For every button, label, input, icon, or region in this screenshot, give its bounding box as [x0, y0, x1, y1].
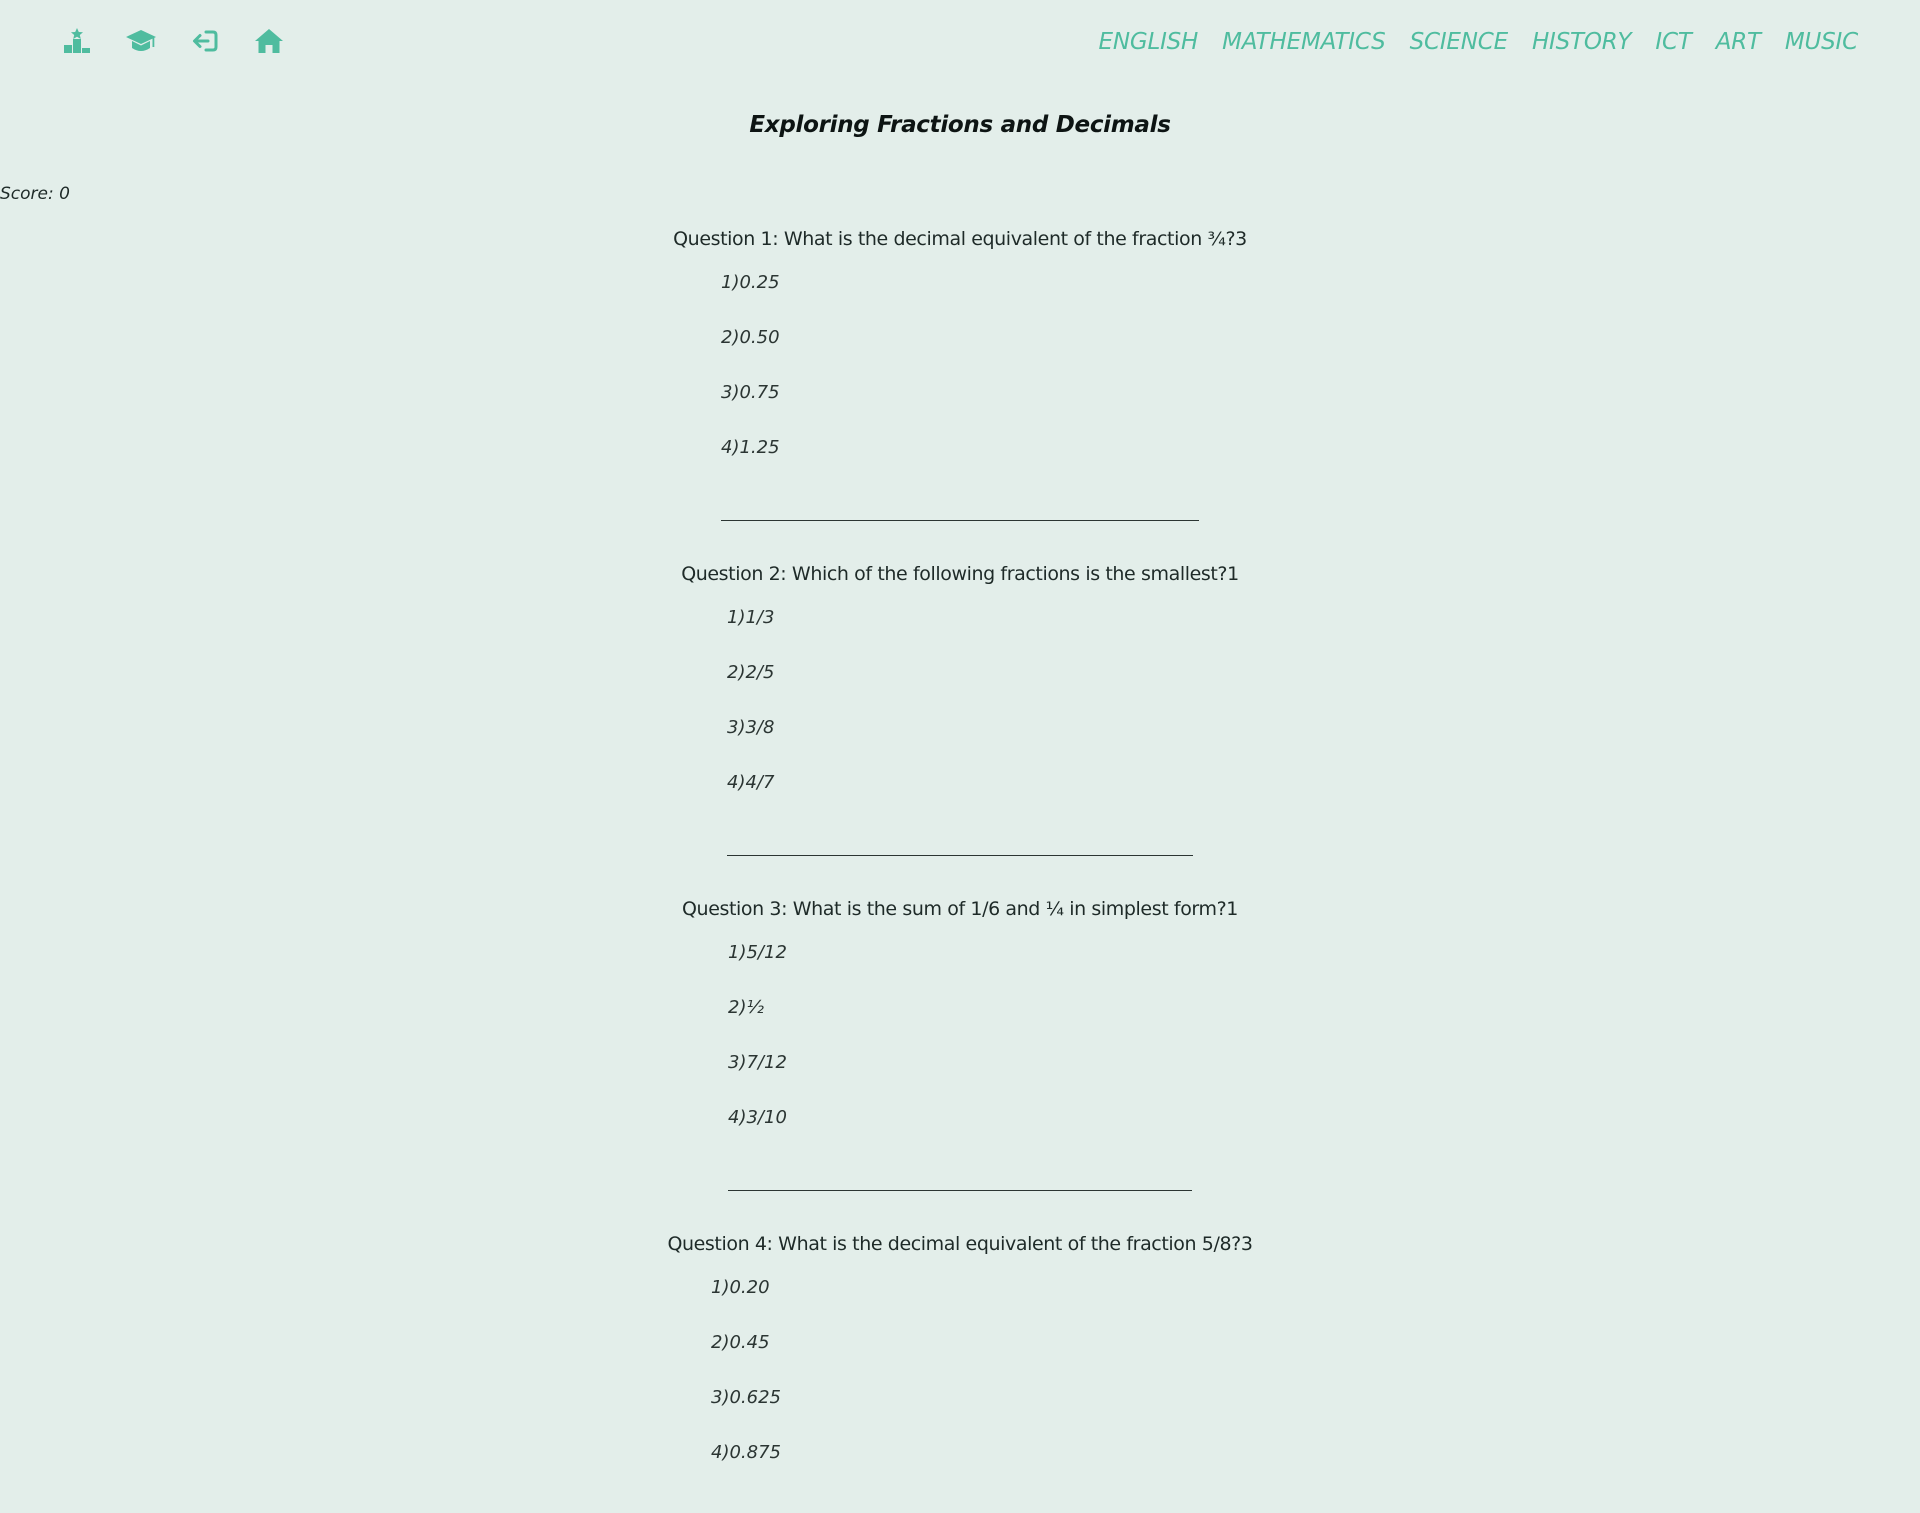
- options-list: 1)5/12 2)½ 3)7/12 4)3/10: [728, 942, 787, 1162]
- icon-toolbar: [60, 24, 316, 58]
- graduation-cap-icon[interactable]: [124, 24, 158, 58]
- option-2[interactable]: 2)½: [728, 997, 787, 1052]
- option-1[interactable]: 1)1/3: [727, 607, 774, 662]
- option-3[interactable]: 3)0.625: [711, 1387, 781, 1442]
- page-title: Exploring Fractions and Decimals: [749, 112, 1171, 138]
- option-3[interactable]: 3)3/8: [727, 717, 774, 772]
- nav-history[interactable]: HISTORY: [1532, 29, 1632, 55]
- subject-nav: ENGLISH MATHEMATICS SCIENCE HISTORY ICT …: [1075, 22, 1859, 62]
- leaderboard-icon[interactable]: [60, 24, 94, 58]
- option-2[interactable]: 2)2/5: [727, 662, 774, 717]
- option-1[interactable]: 1)0.20: [711, 1277, 781, 1332]
- options-list: 1)1/3 2)2/5 3)3/8 4)4/7: [727, 607, 774, 827]
- question-text: Question 3: What is the sum of 1/6 and ¼…: [682, 898, 1238, 920]
- option-3[interactable]: 3)0.75: [721, 382, 780, 437]
- question-text: Question 4: What is the decimal equivale…: [667, 1233, 1253, 1255]
- options-list: 1)0.25 2)0.50 3)0.75 4)1.25: [721, 272, 780, 492]
- question-divider: [728, 1190, 1192, 1191]
- nav-mathematics[interactable]: MATHEMATICS: [1222, 29, 1386, 55]
- score-label: Score: 0: [0, 184, 70, 204]
- logout-icon[interactable]: [188, 24, 222, 58]
- option-4[interactable]: 4)4/7: [727, 772, 774, 827]
- option-3[interactable]: 3)7/12: [728, 1052, 787, 1107]
- option-4[interactable]: 4)1.25: [721, 437, 780, 492]
- option-4[interactable]: 4)0.875: [711, 1442, 781, 1497]
- option-4[interactable]: 4)3/10: [728, 1107, 787, 1162]
- top-bar: ENGLISH MATHEMATICS SCIENCE HISTORY ICT …: [0, 0, 1920, 84]
- option-1[interactable]: 1)0.25: [721, 272, 780, 327]
- home-icon[interactable]: [252, 24, 286, 58]
- nav-english[interactable]: ENGLISH: [1099, 29, 1199, 55]
- option-1[interactable]: 1)5/12: [728, 942, 787, 997]
- question-text: Question 1: What is the decimal equivale…: [673, 228, 1247, 250]
- nav-music[interactable]: MUSIC: [1785, 29, 1858, 55]
- question-divider: [727, 855, 1193, 856]
- question-divider: [721, 520, 1199, 521]
- nav-art[interactable]: ART: [1716, 29, 1761, 55]
- nav-science[interactable]: SCIENCE: [1410, 29, 1509, 55]
- options-list: 1)0.20 2)0.45 3)0.625 4)0.875: [711, 1277, 781, 1497]
- question-text: Question 2: Which of the following fract…: [681, 563, 1239, 585]
- nav-ict[interactable]: ICT: [1655, 29, 1691, 55]
- option-2[interactable]: 2)0.45: [711, 1332, 781, 1387]
- option-2[interactable]: 2)0.50: [721, 327, 780, 382]
